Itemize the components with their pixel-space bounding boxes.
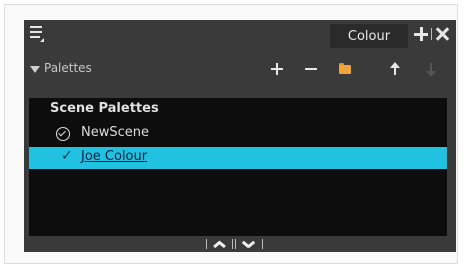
palettes-toolbar: Palettes: [24, 56, 456, 84]
close-view-icon[interactable]: [435, 27, 449, 41]
collapse-triangle-icon[interactable]: [30, 66, 40, 73]
tab-colour-label: Colour: [347, 28, 391, 44]
resize-divider-right: [262, 239, 263, 249]
chevron-down-icon[interactable]: [242, 239, 254, 249]
palette-list-item-selected[interactable]: ✓ Joe Colour: [29, 147, 447, 169]
palette-name-link[interactable]: Joe Colour: [81, 149, 147, 164]
resize-divider-mid-b: [235, 239, 236, 249]
palette-list-item[interactable]: NewScene: [29, 123, 447, 145]
view-menu-icon[interactable]: [30, 26, 44, 42]
palette-list[interactable]: Scene Palettes NewScene ✓ Joe Colour: [29, 98, 447, 236]
add-view-icon[interactable]: [414, 27, 428, 41]
add-palette-icon[interactable]: [268, 60, 286, 78]
resize-divider-left: [206, 239, 207, 249]
tab-colour[interactable]: Colour: [330, 24, 408, 48]
resize-divider-mid-a: [232, 239, 233, 249]
circle-check-icon: [56, 127, 70, 141]
import-palette-folder-icon[interactable]: [336, 60, 354, 78]
view-title-bar: Colour: [24, 20, 456, 48]
remove-palette-icon[interactable]: [302, 60, 320, 78]
palettes-section-label[interactable]: Palettes: [44, 61, 92, 75]
palette-name: NewScene: [81, 125, 149, 140]
palette-list-resize-bar: [24, 236, 456, 252]
title-bar-divider: [431, 28, 432, 40]
checkmark-icon: ✓: [61, 148, 73, 164]
colour-view-panel: Colour Palettes Scene Palettes NewScene …: [24, 20, 456, 252]
chevron-up-icon[interactable]: [213, 239, 225, 249]
move-palette-up-icon[interactable]: [386, 60, 404, 78]
scene-palettes-header: Scene Palettes: [50, 101, 159, 116]
move-palette-down-icon: [422, 60, 440, 78]
